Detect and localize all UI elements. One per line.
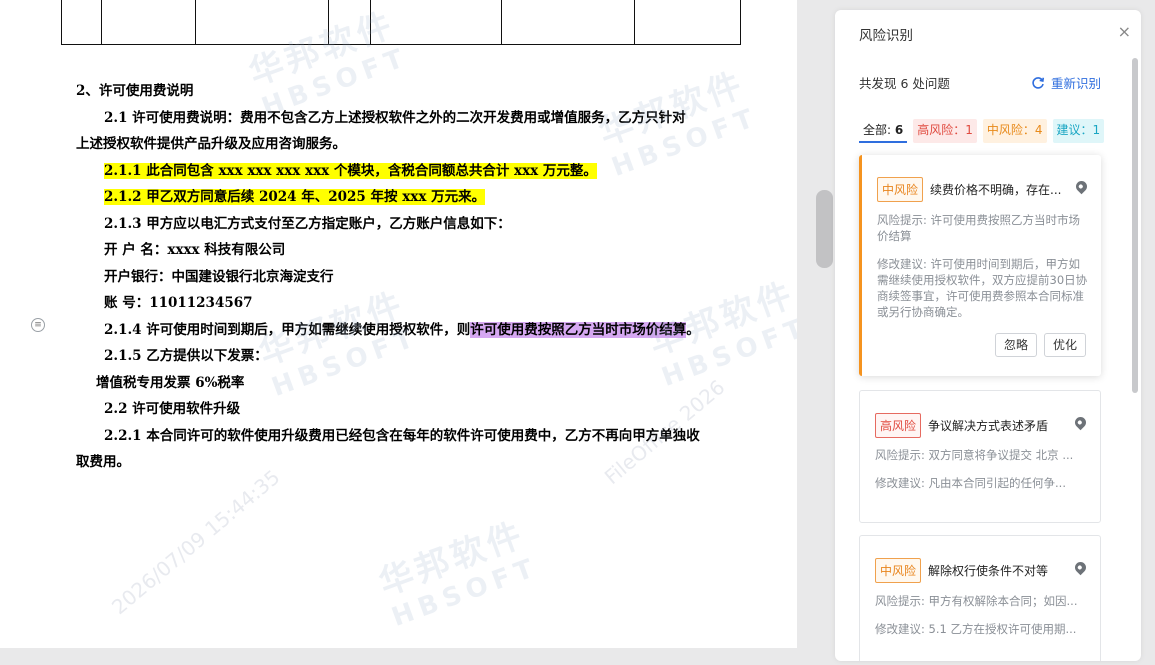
- optimize-button[interactable]: 优化: [1044, 333, 1087, 357]
- section-heading: 2、许可使用费说明: [76, 83, 194, 99]
- risk-level-badge: 中风险: [877, 177, 924, 202]
- table-cell: [62, 0, 102, 44]
- paragraph: 开户银行：中国建设银行北京海淀支行: [104, 268, 334, 285]
- paragraph: 2.1 许可使用费说明：费用不包含乙方上述授权软件之外的二次开发费用或增值服务，…: [104, 109, 686, 126]
- location-pin-icon[interactable]: [1072, 559, 1089, 576]
- risk-title: 解除权行使条件不对等: [928, 564, 1049, 578]
- risk-suggestion: 修改建议: 5.1 乙方在授权许可使用期...: [875, 622, 1077, 636]
- location-pin-icon[interactable]: [1072, 414, 1089, 431]
- paragraph: 2.1.4 许可使用时间到期后，甲方如需继续使用授权软件，则许可使用费按照乙方当…: [76, 317, 726, 344]
- paragraph: 2.2 许可使用软件升级: [104, 401, 241, 417]
- issue-count: 共发现 6 处问题: [859, 76, 950, 91]
- location-pin-icon[interactable]: [1073, 178, 1090, 195]
- rerecognize-label: 重新识别: [1050, 76, 1101, 91]
- rerecognize-button[interactable]: 重新识别: [1031, 73, 1101, 92]
- table-cell: [502, 0, 635, 44]
- paragraph-text: 。: [686, 321, 700, 338]
- table-cell: [102, 0, 196, 44]
- tab-high-risk[interactable]: 高风险：1: [913, 119, 977, 143]
- highlighted-text[interactable]: 2.1.1 此合同包含 xxx xxx xxx xxx 个模块，含税合同额总共合…: [104, 162, 597, 179]
- refresh-icon: [1032, 76, 1045, 89]
- document-page: 2、许可使用费说明 2.1 许可使用费说明：费用不包含乙方上述授权软件之外的二次…: [0, 0, 797, 648]
- risk-filter-tabs: 全部: 6 高风险：1 中风险：4 建议：1: [859, 119, 1105, 143]
- tab-all[interactable]: 全部: 6: [859, 119, 908, 143]
- risk-title: 续费价格不明确，存在...: [930, 183, 1062, 197]
- risk-card[interactable]: 高风险 争议解决方式表述矛盾 风险提示: 双方同意将争议提交 北京 ... 修改…: [859, 390, 1101, 523]
- ignore-button[interactable]: 忽略: [995, 333, 1038, 357]
- risk-hint: 风险提示: 许可使用费按照乙方当时市场价结算: [877, 213, 1081, 243]
- watermark: 华邦软件 HBSOFT: [373, 514, 543, 633]
- risk-hint: 风险提示: 双方同意将争议提交 北京 ...: [875, 448, 1074, 462]
- paragraph: 2.1.3 甲方应以电汇方式支付至乙方指定账户，乙方账户信息如下：: [104, 215, 511, 232]
- close-icon[interactable]: ×: [1118, 22, 1131, 41]
- panel-scrollbar[interactable]: [1132, 58, 1138, 393]
- table-cell: [329, 0, 371, 44]
- paragraph: 账 号：11011234567: [104, 295, 253, 311]
- watermark-date: 2026/07/09 15:44:35: [107, 464, 285, 620]
- paragraph-text: 2.1.4 许可使用时间到期后，甲方如需继续使用授权软件，则: [104, 321, 471, 338]
- paragraph: 取费用。: [76, 454, 130, 470]
- document-scrollbar[interactable]: [816, 190, 833, 268]
- table-cell: [371, 0, 502, 44]
- risk-level-badge: 高风险: [875, 413, 922, 438]
- risk-suggestion: 修改建议: 许可使用时间到期后，甲方如需继续使用授权软件，双方应提前30日协商续…: [877, 257, 1088, 319]
- risk-title: 争议解决方式表述矛盾: [928, 419, 1049, 433]
- risk-hint: 风险提示: 甲方有权解除本合同；如因...: [875, 594, 1078, 608]
- doc-table-fragment: [61, 0, 741, 45]
- risk-card[interactable]: 中风险 解除权行使条件不对等 风险提示: 甲方有权解除本合同；如因... 修改建…: [859, 535, 1101, 661]
- paragraph: 开 户 名：xxxx 科技有限公司: [104, 242, 286, 258]
- risk-highlighted-text[interactable]: 许可使用费按照乙方当时市场价结算: [470, 321, 687, 338]
- tab-mid-risk[interactable]: 中风险：4: [982, 119, 1047, 143]
- document-body[interactable]: 2、许可使用费说明 2.1 许可使用费说明：费用不包含乙方上述授权软件之外的二次…: [76, 78, 726, 476]
- risk-card[interactable]: 中风险 续费价格不明确，存在... 风险提示: 许可使用费按照乙方当时市场价结算…: [859, 155, 1101, 376]
- tab-suggestion[interactable]: 建议：1: [1052, 119, 1105, 143]
- highlighted-text[interactable]: 2.1.2 甲乙双方同意后续 2024 年、2025 年按 xxx 万元来。: [104, 189, 486, 205]
- table-cell: [635, 0, 740, 44]
- paragraph: 2.2.1 本合同许可的软件使用升级费用已经包含在每年的软件许可使用费中，乙方不…: [104, 427, 700, 444]
- paragraph: 上述授权软件提供产品升级及应用咨询服务。: [76, 136, 346, 152]
- risk-suggestion: 修改建议: 凡由本合同引起的任何争...: [875, 476, 1066, 490]
- table-cell: [196, 0, 329, 44]
- comment-margin-icon[interactable]: ≡: [31, 318, 45, 332]
- paragraph: 2.1.5 乙方提供以下发票：: [104, 348, 268, 364]
- risk-panel: 风险识别 × 共发现 6 处问题 重新识别 全部: 6 高风险：1 中风险：4 …: [835, 10, 1141, 661]
- paragraph: 增值税专用发票 6%税率: [96, 374, 245, 391]
- risk-level-badge: 中风险: [875, 558, 922, 583]
- panel-title: 风险识别: [859, 28, 913, 44]
